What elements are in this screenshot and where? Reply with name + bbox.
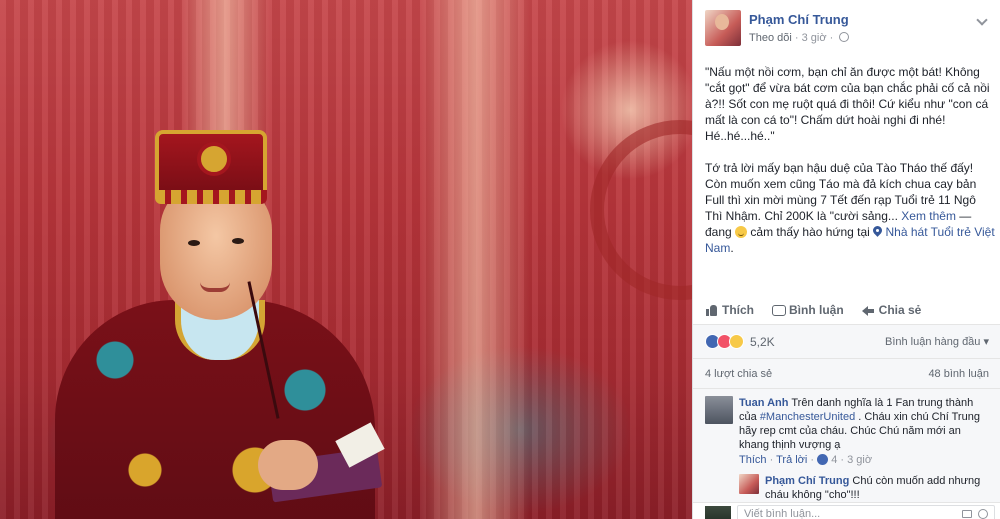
follow-link[interactable]: Theo dõi — [749, 32, 792, 44]
reaction-count[interactable]: 5,2K — [750, 335, 775, 349]
comment-like-count[interactable]: 4 — [831, 454, 837, 466]
share-icon — [861, 304, 874, 316]
like-button[interactable]: Thích — [705, 303, 754, 317]
emoji-icon[interactable] — [978, 509, 988, 519]
author-name[interactable]: Phạm Chí Trung — [749, 12, 849, 27]
photo-eye — [188, 240, 200, 246]
reply-avatar[interactable] — [739, 474, 759, 494]
comment-like-link[interactable]: Thích — [739, 454, 767, 466]
comment-count[interactable]: 48 bình luận — [928, 368, 989, 380]
comment-label: Bình luận — [789, 303, 844, 317]
globe-icon — [839, 32, 850, 42]
comment-input[interactable]: Viết bình luận... — [737, 505, 995, 519]
photo-hat-band — [155, 190, 267, 204]
post-photo[interactable] — [0, 0, 692, 519]
share-count[interactable]: 4 lượt chia sẻ — [705, 368, 772, 380]
post-text: "Nấu một nồi cơm, bạn chỉ ăn được một bá… — [705, 64, 995, 272]
like-count-icon — [817, 454, 829, 465]
comment-icon — [772, 304, 786, 316]
hashtag-link[interactable]: #ManchesterUnited — [760, 411, 855, 423]
reply-comment: Phạm Chí Trung Chú còn muốn add nhưng ch… — [765, 474, 993, 502]
camera-icon[interactable] — [962, 510, 972, 518]
post-meta: Theo dõi · 3 giờ · — [749, 32, 850, 44]
photo-hand — [258, 440, 318, 490]
photo-hat-emblem — [197, 142, 231, 176]
comment-button[interactable]: Bình luận — [772, 303, 844, 317]
feeling-text: cảm thấy hào hứng tại — [750, 225, 870, 239]
post-stats: 4 lượt chia sẻ 48 bình luận — [693, 358, 1000, 388]
facebook-photo-viewer: Phạm Chí Trung Theo dõi · 3 giờ · "Nấu m… — [0, 0, 1000, 519]
comment-sort-dropdown[interactable]: Bình luận hàng đầu ▾ — [885, 335, 989, 348]
post-paragraph-2: Tớ trả lời mấy bạn hậu duệ của Tào Tháo … — [705, 160, 995, 256]
post-header: Phạm Chí Trung Theo dõi · 3 giờ · — [693, 0, 1000, 52]
comment-input-bar: Viết bình luận... — [693, 502, 1000, 519]
reactions-bar: 5,2K Bình luận hàng đầu ▾ — [693, 324, 1000, 358]
current-user-avatar — [705, 506, 731, 519]
comment-reply-link[interactable]: Trả lời — [776, 454, 807, 466]
haha-reaction-icon[interactable] — [729, 334, 744, 349]
photo-hat — [155, 130, 267, 204]
like-label: Thích — [722, 303, 754, 317]
author-avatar[interactable] — [705, 10, 741, 46]
meta-separator: · — [794, 32, 802, 44]
post-actions: Thích Bình luận Chia sẻ — [705, 296, 989, 324]
photo-eye — [232, 238, 244, 244]
comment-sort-label: Bình luận hàng đầu — [885, 336, 981, 348]
photo-pillar-right — [420, 0, 530, 519]
reply-author-name[interactable]: Phạm Chí Trung — [765, 475, 849, 487]
meta-separator: · — [829, 32, 837, 44]
share-label: Chia sẻ — [878, 303, 922, 317]
smiling-emoji-icon — [735, 226, 748, 238]
location-end: . — [730, 241, 734, 255]
commenter-avatar[interactable] — [705, 396, 733, 424]
comments-section: Tuan Anh Trên danh nghĩa là 1 Fan trung … — [693, 388, 1000, 519]
comment-meta: Thích · Trả lời · 4 · 3 giờ — [739, 454, 873, 466]
comment-time[interactable]: 3 giờ — [847, 454, 872, 466]
commenter-name[interactable]: Tuan Anh — [739, 397, 789, 409]
post-paragraph-1: "Nấu một nồi cơm, bạn chỉ ăn được một bá… — [705, 65, 990, 143]
post-side-panel: Phạm Chí Trung Theo dõi · 3 giờ · "Nấu m… — [692, 0, 1000, 519]
location-pin-icon — [873, 226, 882, 237]
share-button[interactable]: Chia sẻ — [861, 303, 922, 317]
thumbs-up-icon — [705, 304, 717, 316]
post-time[interactable]: 3 giờ — [802, 32, 827, 44]
see-more-link[interactable]: Xem thêm — [901, 209, 956, 223]
comment-input-placeholder: Viết bình luận... — [744, 508, 821, 519]
chevron-down-icon[interactable] — [975, 14, 989, 28]
comment: Tuan Anh Trên danh nghĩa là 1 Fan trung … — [739, 396, 991, 452]
